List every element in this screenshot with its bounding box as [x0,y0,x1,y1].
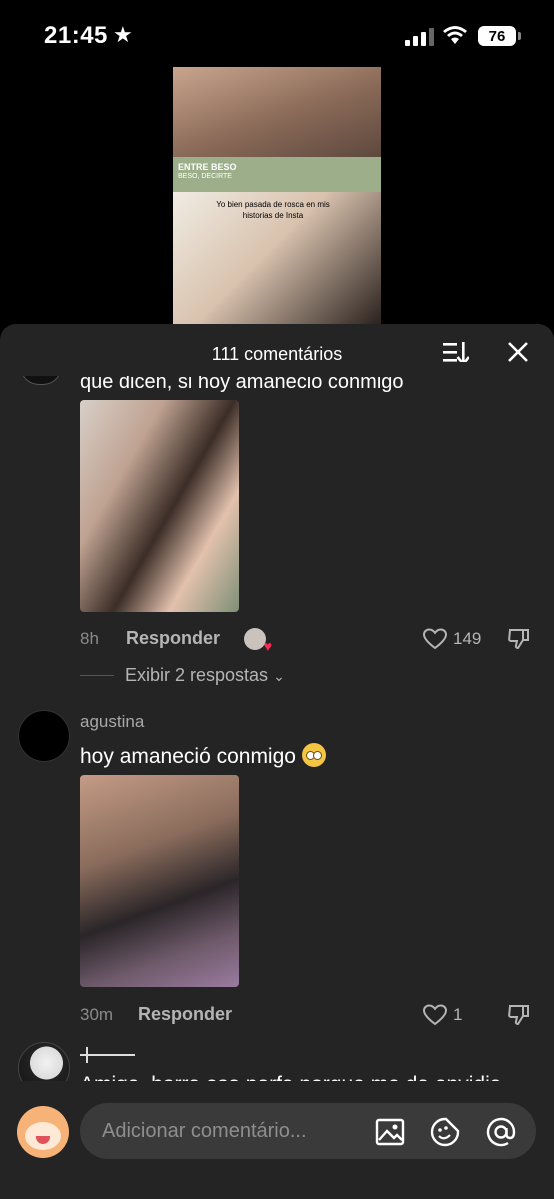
my-avatar[interactable] [17,1106,69,1158]
chevron-down-icon: ⌄ [273,668,285,684]
close-icon[interactable] [506,340,530,364]
comment-image[interactable] [80,775,239,987]
comment-input-placeholder: Adicionar comentário... [102,1120,307,1142]
comment-text: hoy amaneció conmigo [80,743,326,769]
comments-sheet: 111 comentários que dicen, si hoy amanec… [0,324,554,1199]
comment-username[interactable]: agustina [80,712,144,732]
comment-composer-bar: Adicionar comentário... [0,1081,554,1199]
wifi-icon [443,26,467,44]
heart-icon[interactable] [423,628,447,650]
view-replies-button[interactable]: Exibir 2 respostas ⌄ [125,665,285,686]
video-caption-title: ENTRE BESO [178,162,237,172]
video-caption-text: Yo bien pasada de rosca en mis historias… [216,200,330,220]
reply-button[interactable]: Responder [126,628,220,649]
avatar[interactable] [18,710,70,762]
comment-text-body: hoy amaneció conmigo [80,745,296,768]
star-icon: ★ [113,22,133,47]
comment-username-symbol[interactable] [80,1047,135,1063]
comment-input[interactable]: Adicionar comentário... [80,1103,536,1159]
comment-time: 30m [80,1005,114,1024]
battery-icon: 76 [478,26,521,46]
dislike-icon[interactable] [507,1004,531,1026]
reply-button[interactable]: Responder [138,1004,232,1025]
heart-icon[interactable] [423,1004,447,1026]
sticker-icon[interactable] [430,1117,460,1147]
status-time: 21:45 [44,22,108,49]
comment-image[interactable] [80,400,239,612]
image-icon[interactable] [375,1117,405,1147]
divider-line [80,675,114,676]
like-count: 1 [453,1005,463,1024]
creator-liked-avatar [244,628,272,654]
mention-icon[interactable] [486,1117,516,1147]
status-bar: 21:45 ★ 76 [0,0,554,70]
video-caption-sub: BESO, DECIRTE [178,173,232,180]
signal-icon [405,28,434,46]
scroll-clip-edge [0,362,554,376]
like-count: 149 [453,629,482,648]
video-preview[interactable]: ENTRE BESO BESO, DECIRTE Yo bien pasada … [173,67,381,325]
eye-roll-emoji-icon [301,743,326,767]
dislike-icon[interactable] [507,628,531,650]
view-replies-label: Exibir 2 respostas [125,665,269,685]
comment-time: 8h [80,629,99,648]
